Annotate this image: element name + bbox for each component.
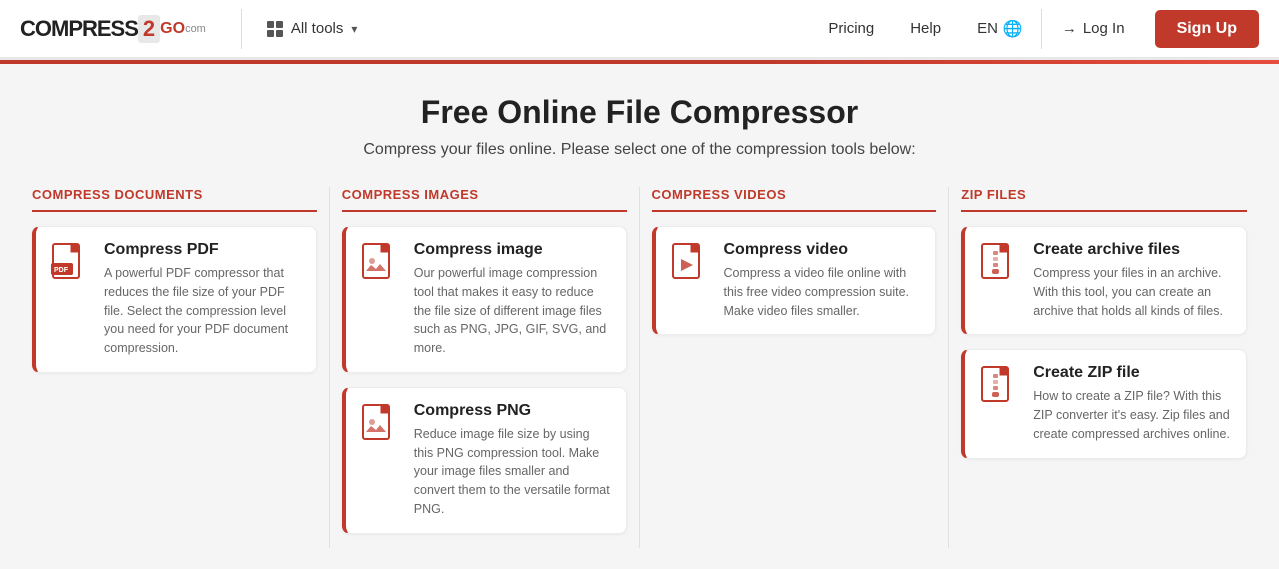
column-header-compress-documents: COMPRESS DOCUMENTS [32,187,317,212]
card-content-create-archive: Create archive files Compress your files … [1033,241,1232,320]
logo-compress: COMPRESS [20,16,138,42]
card-title-compress-pdf: Compress PDF [104,241,302,259]
card-compress-video[interactable]: Compress video Compress a video file onli… [652,226,937,335]
logo[interactable]: COMPRESS2GOcom [20,15,206,43]
header-divider-1 [241,9,242,49]
card-content-create-zip: Create ZIP file How to create a ZIP file?… [1033,364,1232,443]
card-content-compress-video: Compress video Compress a video file onli… [724,241,922,320]
video-icon [670,241,710,289]
card-content-compress-png: Compress PNG Reduce image file size by us… [414,402,612,519]
svg-text:PDF: PDF [54,267,69,274]
header: COMPRESS2GOcom All tools ▾ Pricing Help … [0,0,1279,60]
main-content: Free Online File Compressor Compress you… [0,64,1279,548]
login-icon: → [1062,20,1077,37]
card-desc-create-zip: How to create a ZIP file? With this ZIP … [1033,387,1232,443]
grid-icon [267,21,283,37]
image-icon [360,241,400,289]
logo-go: GO [160,20,185,38]
zip-icon [979,364,1019,412]
signup-button[interactable]: Sign Up [1155,10,1259,48]
tool-columns: COMPRESS DOCUMENTS PDF PDF Compress PDF A… [20,187,1259,548]
chevron-down-icon: ▾ [351,22,357,36]
card-desc-create-archive: Compress your files in an archive. With … [1033,264,1232,320]
column-header-compress-videos: COMPRESS VIDEOS [652,187,937,212]
image-icon [360,402,400,450]
column-header-zip-files: ZIP FILES [961,187,1247,212]
all-tools-label: All tools [291,20,344,37]
card-title-compress-image: Compress image [414,241,612,259]
card-title-create-archive: Create archive files [1033,241,1232,259]
card-content-compress-image: Compress image Our powerful image compres… [414,241,612,358]
logo-2: 2 [138,15,160,43]
column-compress-documents: COMPRESS DOCUMENTS PDF PDF Compress PDF A… [20,187,330,548]
card-create-archive[interactable]: Create archive files Compress your files … [961,226,1247,335]
card-compress-image[interactable]: Compress image Our powerful image compres… [342,226,627,373]
column-header-compress-images: COMPRESS IMAGES [342,187,627,212]
card-desc-compress-pdf: A powerful PDF compressor that reduces t… [104,264,302,358]
column-compress-videos: COMPRESS VIDEOS Compress video Compress a… [640,187,950,548]
page-subtitle: Compress your files online. Please selec… [20,141,1259,159]
card-desc-compress-image: Our powerful image compression tool that… [414,264,612,358]
column-compress-images: COMPRESS IMAGES Compress image Our powerf… [330,187,640,548]
language-button[interactable]: EN 🌐 [959,0,1041,59]
all-tools-button[interactable]: All tools ▾ [257,14,368,43]
header-nav: Pricing Help EN 🌐 → Log In Sign Up [810,0,1259,59]
card-create-zip[interactable]: Create ZIP file How to create a ZIP file?… [961,349,1247,458]
help-link[interactable]: Help [892,0,959,59]
zip-icon [979,241,1019,289]
login-button[interactable]: → Log In [1042,0,1145,59]
column-zip-files: ZIP FILES Create archive files Compress y… [949,187,1259,548]
lang-label: EN [977,20,998,37]
login-label: Log In [1083,20,1125,37]
card-compress-pdf[interactable]: PDF PDF Compress PDF A powerful PDF compr… [32,226,317,373]
page-title: Free Online File Compressor [20,94,1259,131]
card-compress-png[interactable]: Compress PNG Reduce image file size by us… [342,387,627,534]
card-title-compress-video: Compress video [724,241,922,259]
card-content-compress-pdf: Compress PDF A powerful PDF compressor th… [104,241,302,358]
card-desc-compress-video: Compress a video file online with this f… [724,264,922,320]
card-title-create-zip: Create ZIP file [1033,364,1232,382]
pricing-link[interactable]: Pricing [810,0,892,59]
logo-com: com [185,23,206,35]
globe-icon: 🌐 [1003,19,1023,39]
card-title-compress-png: Compress PNG [414,402,612,420]
pdf-icon: PDF PDF [50,241,90,289]
card-desc-compress-png: Reduce image file size by using this PNG… [414,425,612,519]
